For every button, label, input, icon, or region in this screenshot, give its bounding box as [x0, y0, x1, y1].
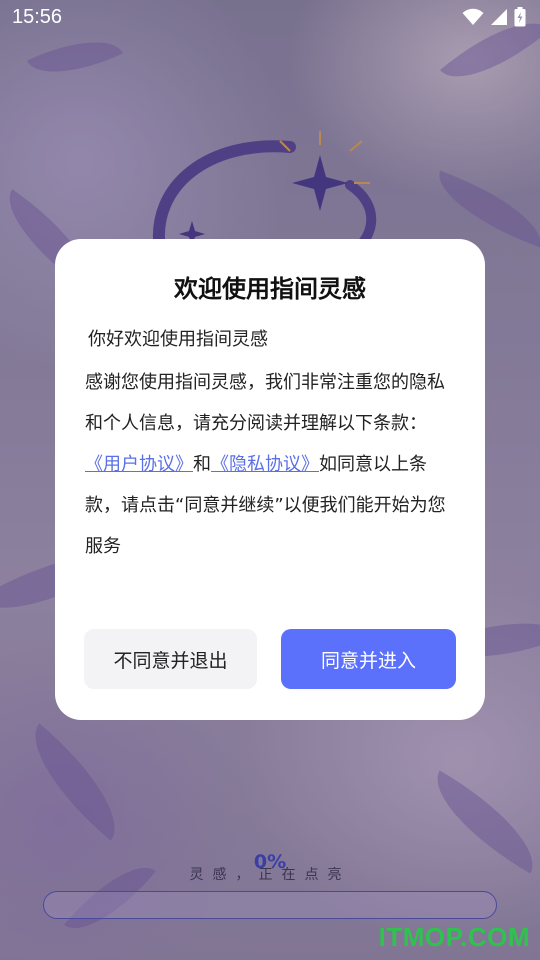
status-time: 15:56 — [12, 6, 63, 28]
privacy-policy-link[interactable]: 《隐私协议》 — [211, 454, 319, 475]
signal-icon — [491, 9, 507, 25]
watermark: ITMOP.COM — [378, 922, 530, 952]
dialog-body: 你好欢迎使用指间灵感 感谢您使用指间灵感，我们非常注重您的隐私和个人信息，请充分… — [85, 321, 460, 567]
dialog-title: 欢迎使用指间灵感 — [174, 275, 366, 303]
and-text: 和 — [193, 454, 211, 475]
progress-bar — [43, 891, 497, 919]
progress-percent: 0% — [253, 851, 287, 873]
consent-paragraph: 《用户协议》和《隐私协议》如同意以上条款，请点击“同意并继续”以便我们能开始为您… — [85, 444, 460, 567]
privacy-dialog: 欢迎使用指间灵感 你好欢迎使用指间灵感 感谢您使用指间灵感，我们非常注重您的隐私… — [55, 239, 485, 720]
battery-charging-icon — [514, 7, 526, 27]
status-bar: 15:56 — [0, 0, 540, 36]
notice-paragraph: 感谢您使用指间灵感，我们非常注重您的隐私和个人信息，请充分阅读并理解以下条款： — [85, 372, 445, 434]
agree-enter-button[interactable]: 同意并进入 — [281, 629, 456, 689]
greeting-text: 你好欢迎使用指间灵感 — [88, 329, 268, 350]
wifi-icon — [462, 8, 484, 25]
user-agreement-link[interactable]: 《用户协议》 — [85, 454, 193, 475]
decline-exit-button[interactable]: 不同意并退出 — [84, 629, 257, 689]
